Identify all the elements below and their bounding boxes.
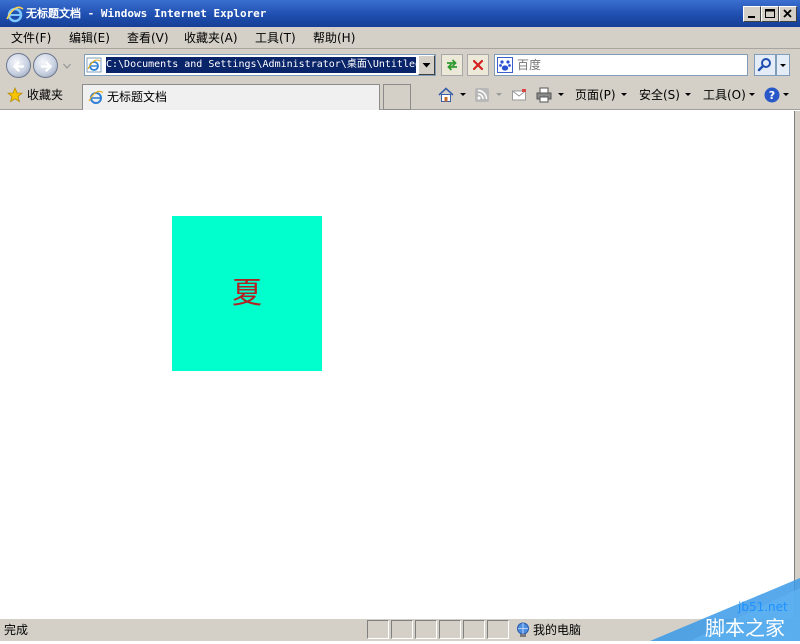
refresh-icon	[447, 59, 457, 71]
box-character: 夏	[232, 275, 262, 311]
search-button[interactable]	[754, 54, 776, 76]
computer-icon	[515, 622, 531, 638]
close-icon	[783, 9, 792, 18]
ie-logo-icon	[6, 5, 24, 23]
chevron-down-icon	[422, 63, 431, 68]
mail-button[interactable]	[510, 86, 528, 104]
status-pane	[415, 620, 437, 639]
rss-icon	[475, 88, 489, 102]
chevron-down-icon[interactable]	[782, 88, 790, 100]
page-content	[4, 111, 794, 618]
help-icon: ?	[764, 87, 780, 103]
status-pane	[439, 620, 461, 639]
baidu-paw-icon	[497, 57, 513, 73]
status-pane	[487, 620, 509, 639]
home-button[interactable]	[437, 86, 455, 104]
tab-title: 无标题文档	[107, 90, 168, 104]
stop-button[interactable]	[467, 54, 489, 76]
window-title: 无标题文档 - Windows Internet Explorer	[26, 7, 267, 20]
menu-bar	[0, 27, 800, 49]
help-button[interactable]: ?	[763, 86, 781, 104]
history-dropdown[interactable]	[62, 60, 72, 70]
status-pane	[367, 620, 389, 639]
svg-text:?: ?	[769, 89, 775, 102]
refresh-button[interactable]	[441, 54, 463, 76]
page-menu-button[interactable]: 页面(P)	[575, 87, 616, 103]
chevron-down-icon[interactable]	[684, 88, 692, 100]
security-zone[interactable]: 我的电脑	[533, 622, 581, 638]
home-icon	[438, 87, 454, 102]
menu-help[interactable]: 帮助(H)	[313, 29, 355, 47]
ie-page-icon	[88, 89, 104, 105]
magnifier-icon	[757, 58, 771, 72]
forward-arrow-icon	[40, 61, 53, 72]
forward-button[interactable]	[33, 53, 58, 78]
menu-tools[interactable]: 工具(T)	[255, 29, 296, 47]
search-input[interactable]	[517, 56, 745, 74]
watermark-small: jb51.net	[738, 600, 788, 614]
chevron-down-icon[interactable]	[557, 88, 565, 100]
printer-icon	[536, 87, 552, 103]
back-button[interactable]	[6, 53, 31, 78]
star-icon	[6, 86, 24, 103]
minimize-icon	[748, 16, 755, 18]
window-edge	[794, 111, 800, 618]
chevron-down-icon	[780, 64, 786, 67]
favorites-button[interactable]: 收藏夹	[27, 87, 63, 103]
stop-icon	[472, 59, 484, 71]
maximize-icon	[765, 9, 775, 18]
tools-menu-button[interactable]: 工具(O)	[703, 87, 746, 103]
safety-menu-button[interactable]: 安全(S)	[639, 87, 680, 103]
minimize-button[interactable]	[743, 6, 761, 22]
chevron-down-icon[interactable]	[620, 88, 628, 100]
content-box: 夏	[172, 216, 322, 371]
watermark-big: 脚本之家	[705, 616, 785, 640]
menu-file[interactable]: 文件(F)	[11, 29, 51, 47]
status-text: 完成	[4, 623, 29, 637]
status-pane	[391, 620, 413, 639]
chevron-down-icon[interactable]	[495, 88, 503, 100]
chevron-down-icon[interactable]	[748, 88, 756, 100]
new-tab-button[interactable]	[383, 84, 411, 110]
menu-edit[interactable]: 编辑(E)	[69, 29, 110, 47]
maximize-button[interactable]	[761, 6, 779, 22]
menu-view[interactable]: 查看(V)	[127, 29, 169, 47]
status-pane	[463, 620, 485, 639]
address-input[interactable]: C:\Documents and Settings\Administrator\…	[106, 57, 416, 73]
chevron-down-icon[interactable]	[459, 88, 467, 100]
close-button[interactable]	[779, 6, 797, 22]
mail-icon	[512, 89, 526, 101]
back-arrow-icon	[12, 61, 25, 72]
chevron-down-icon	[63, 63, 71, 69]
feeds-button[interactable]	[473, 86, 491, 104]
menu-favorites[interactable]: 收藏夹(A)	[184, 29, 238, 47]
ie-page-icon	[86, 57, 102, 73]
print-button[interactable]	[535, 86, 553, 104]
address-dropdown-button[interactable]	[418, 55, 435, 75]
search-options-button[interactable]	[776, 54, 790, 76]
